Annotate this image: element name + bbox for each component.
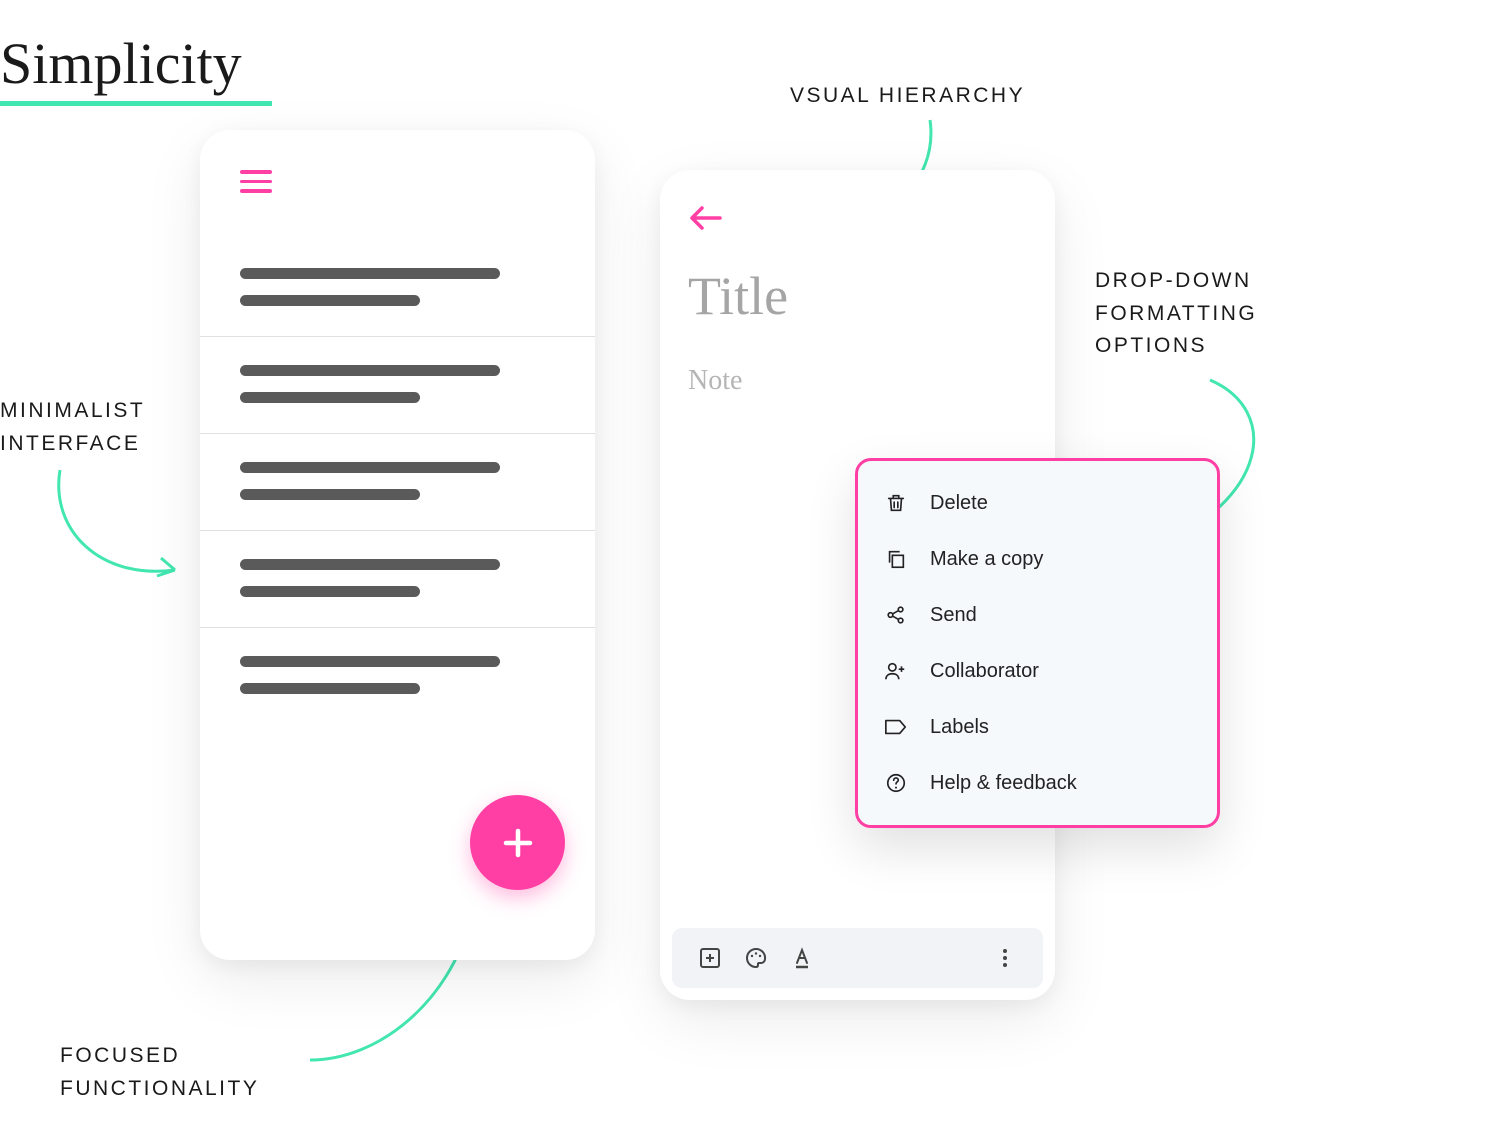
share-icon — [882, 601, 910, 629]
dropdown-item-label: Labels — [930, 716, 989, 739]
title-input[interactable]: Title — [688, 265, 788, 327]
dropdown-item-send[interactable]: Send — [858, 587, 1217, 643]
annotation-focused: FOCUSED FUNCTIONALITY — [60, 1040, 320, 1105]
hamburger-icon[interactable] — [240, 170, 272, 199]
dropdown-item-label: Help & feedback — [930, 772, 1077, 795]
list-item[interactable] — [200, 337, 595, 434]
palette-button[interactable] — [733, 946, 779, 970]
copy-icon — [882, 545, 910, 573]
trash-icon — [882, 489, 910, 517]
text-format-button[interactable] — [779, 946, 825, 970]
text-placeholder-line — [240, 489, 420, 500]
list-item[interactable] — [200, 240, 595, 337]
text-placeholder-line — [240, 268, 500, 279]
phone-list-view — [200, 130, 595, 960]
text-placeholder-line — [240, 586, 420, 597]
help-icon — [882, 769, 910, 797]
text-placeholder-line — [240, 295, 420, 306]
more-options-button[interactable] — [982, 946, 1028, 970]
add-note-button[interactable] — [470, 795, 565, 890]
list-item[interactable] — [200, 531, 595, 628]
dropdown-item-label: Send — [930, 604, 977, 627]
plus-box-icon — [698, 946, 722, 970]
annotation-visual: VSUAL HIERARCHY — [790, 80, 1025, 113]
list-item[interactable] — [200, 628, 595, 724]
dropdown-item-copy[interactable]: Make a copy — [858, 531, 1217, 587]
text-placeholder-line — [240, 462, 500, 473]
back-button[interactable] — [688, 205, 722, 236]
text-placeholder-line — [240, 656, 500, 667]
add-box-button[interactable] — [687, 946, 733, 970]
text-placeholder-line — [240, 392, 420, 403]
options-dropdown: Delete Make a copy Send Collaborator Lab… — [855, 458, 1220, 828]
dropdown-item-labels[interactable]: Labels — [858, 699, 1217, 755]
dropdown-item-delete[interactable]: Delete — [858, 475, 1217, 531]
list-item[interactable] — [200, 434, 595, 531]
plus-icon — [500, 825, 536, 861]
more-vertical-icon — [993, 946, 1017, 970]
text-placeholder-line — [240, 683, 420, 694]
palette-icon — [744, 946, 768, 970]
dropdown-item-help[interactable]: Help & feedback — [858, 755, 1217, 811]
page-title: Simplicity — [0, 30, 272, 106]
text-format-icon — [790, 946, 814, 970]
label-icon — [882, 713, 910, 741]
arrow-minimalist — [40, 460, 200, 600]
text-placeholder-line — [240, 365, 500, 376]
dropdown-item-label: Delete — [930, 492, 988, 515]
dropdown-item-label: Make a copy — [930, 548, 1043, 571]
dropdown-item-collaborator[interactable]: Collaborator — [858, 643, 1217, 699]
text-placeholder-line — [240, 559, 500, 570]
annotation-dropdown: DROP-DOWN FORMATTING OPTIONS — [1095, 265, 1315, 363]
arrow-left-icon — [688, 205, 722, 231]
dropdown-item-label: Collaborator — [930, 660, 1039, 683]
note-list — [200, 240, 595, 724]
editor-toolbar — [672, 928, 1043, 988]
annotation-minimalist: MINIMALIST INTERFACE — [0, 395, 190, 460]
note-input[interactable]: Note — [688, 365, 742, 397]
person-add-icon — [882, 657, 910, 685]
